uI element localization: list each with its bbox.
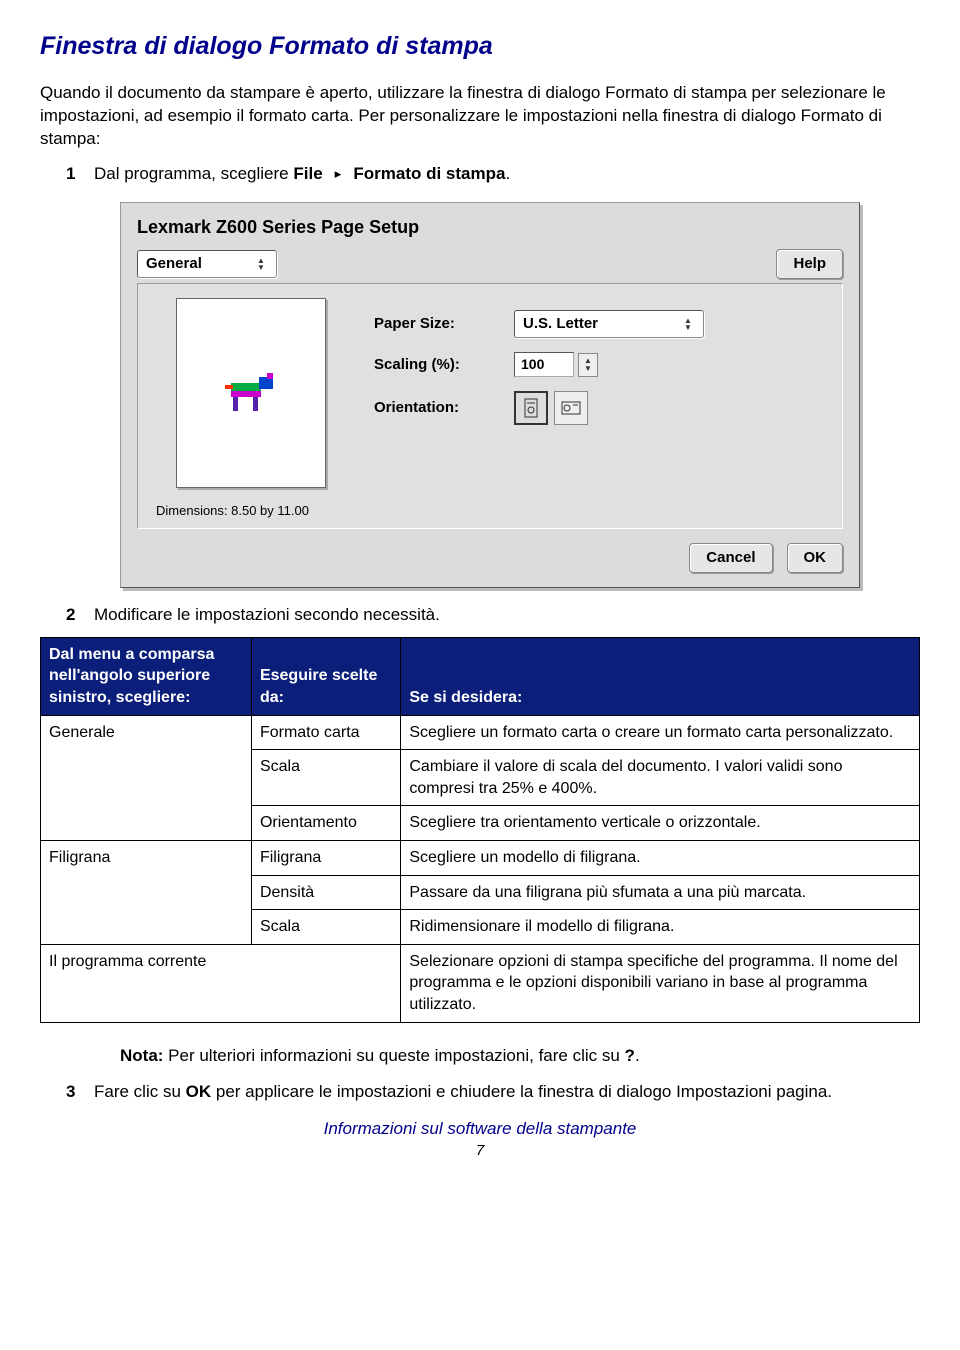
- scaling-input[interactable]: 100: [514, 352, 574, 377]
- dialog-screenshot: Lexmark Z600 Series Page Setup General ▲…: [120, 202, 860, 588]
- note-body: Per ulteriori informazioni su queste imp…: [163, 1046, 624, 1065]
- help-button[interactable]: Help: [776, 249, 843, 279]
- section-dropdown[interactable]: General ▲▼: [137, 250, 277, 278]
- step-1-pre: Dal programma, scegliere: [94, 164, 293, 183]
- cell-desc: Selezionare opzioni di stampa specifiche…: [401, 944, 920, 1022]
- table-row: Filigrana Filigrana Scegliere un modello…: [41, 840, 920, 875]
- cell-choice: Orientamento: [251, 806, 400, 841]
- cell-desc: Scegliere un modello di filigrana.: [401, 840, 920, 875]
- note-paragraph: Nota: Per ulteriori informazioni su ques…: [120, 1045, 920, 1068]
- cell-desc: Passare da una filigrana più sfumata a u…: [401, 875, 920, 910]
- dog-icon: [221, 371, 281, 415]
- updown-icon: ▲▼: [254, 257, 268, 271]
- orientation-label: Orientation:: [374, 398, 514, 418]
- dimensions-text: Dimensions: 8.50 by 11.00: [156, 502, 346, 520]
- paper-size-label: Paper Size:: [374, 314, 514, 334]
- step-3-number: 3: [66, 1081, 94, 1104]
- table-row: Generale Formato carta Scegliere un form…: [41, 715, 920, 750]
- cell-choice: Densità: [251, 875, 400, 910]
- step-1-number: 1: [66, 163, 94, 186]
- note-label: Nota:: [120, 1046, 163, 1065]
- step-3-ok: OK: [186, 1082, 212, 1101]
- step-1: 1 Dal programma, scegliere File ▸ Format…: [40, 163, 920, 186]
- step-2-text: Modificare le impostazioni secondo neces…: [94, 604, 920, 627]
- page-title: Finestra di dialogo Formato di stampa: [40, 30, 920, 64]
- step-1-file: File: [293, 164, 322, 183]
- cell-desc: Ridimensionare il modello di filigrana.: [401, 910, 920, 945]
- cell-choice: Filigrana: [251, 840, 400, 875]
- step-3-text: Fare clic su OK per applicare le imposta…: [94, 1081, 920, 1104]
- landscape-icon: [561, 401, 581, 415]
- orientation-landscape-button[interactable]: [554, 391, 588, 425]
- intro-paragraph: Quando il documento da stampare è aperto…: [40, 82, 920, 151]
- portrait-icon: [524, 398, 538, 418]
- step-2-number: 2: [66, 604, 94, 627]
- col-header-3: Se si desidera:: [401, 637, 920, 715]
- table-row: Il programma corrente Selezionare opzion…: [41, 944, 920, 1022]
- step-3-pre: Fare clic su: [94, 1082, 186, 1101]
- section-dropdown-value: General: [146, 254, 202, 274]
- cell-choice: Scala: [251, 750, 400, 806]
- footer-title: Informazioni sul software della stampant…: [40, 1118, 920, 1141]
- paper-size-value: U.S. Letter: [523, 314, 598, 334]
- note-question-mark: ?: [625, 1046, 635, 1065]
- step-3-suffix: per applicare le impostazioni e chiudere…: [211, 1082, 832, 1101]
- dialog-title: Lexmark Z600 Series Page Setup: [137, 215, 843, 239]
- ok-button[interactable]: OK: [787, 543, 844, 573]
- col-header-2: Eseguire scelte da:: [251, 637, 400, 715]
- cell-menu-generale: Generale: [41, 715, 252, 840]
- cell-choice: Formato carta: [251, 715, 400, 750]
- menu-arrow-icon: ▸: [323, 164, 354, 184]
- col-header-1: Dal menu a comparsa nell'angolo superior…: [41, 637, 252, 715]
- step-2: 2 Modificare le impostazioni secondo nec…: [40, 604, 920, 627]
- dialog-panel: Dimensions: 8.50 by 11.00 Paper Size: U.…: [137, 283, 843, 529]
- page-preview: [176, 298, 326, 488]
- note-dot: .: [635, 1046, 640, 1065]
- cell-desc: Cambiare il valore di scala del document…: [401, 750, 920, 806]
- step-1-cmd: Formato di stampa: [353, 164, 505, 183]
- scaling-label: Scaling (%):: [374, 355, 514, 375]
- step-1-suffix: .: [505, 164, 510, 183]
- page-number: 7: [40, 1141, 920, 1161]
- cell-desc: Scegliere un formato carta o creare un f…: [401, 715, 920, 750]
- step-3: 3 Fare clic su OK per applicare le impos…: [40, 1081, 920, 1104]
- paper-size-dropdown[interactable]: U.S. Letter ▲▼: [514, 310, 704, 338]
- page-setup-dialog: Lexmark Z600 Series Page Setup General ▲…: [120, 202, 860, 588]
- settings-table: Dal menu a comparsa nell'angolo superior…: [40, 637, 920, 1023]
- scaling-stepper[interactable]: ▲▼: [578, 353, 598, 377]
- cell-desc: Scegliere tra orientamento verticale o o…: [401, 806, 920, 841]
- cell-choice: Scala: [251, 910, 400, 945]
- cell-menu-current-program: Il programma corrente: [41, 944, 401, 1022]
- cell-menu-filigrana: Filigrana: [41, 840, 252, 944]
- orientation-portrait-button[interactable]: [514, 391, 548, 425]
- updown-icon: ▲▼: [681, 317, 695, 331]
- cancel-button[interactable]: Cancel: [689, 543, 772, 573]
- step-1-text: Dal programma, scegliere File ▸ Formato …: [94, 163, 920, 186]
